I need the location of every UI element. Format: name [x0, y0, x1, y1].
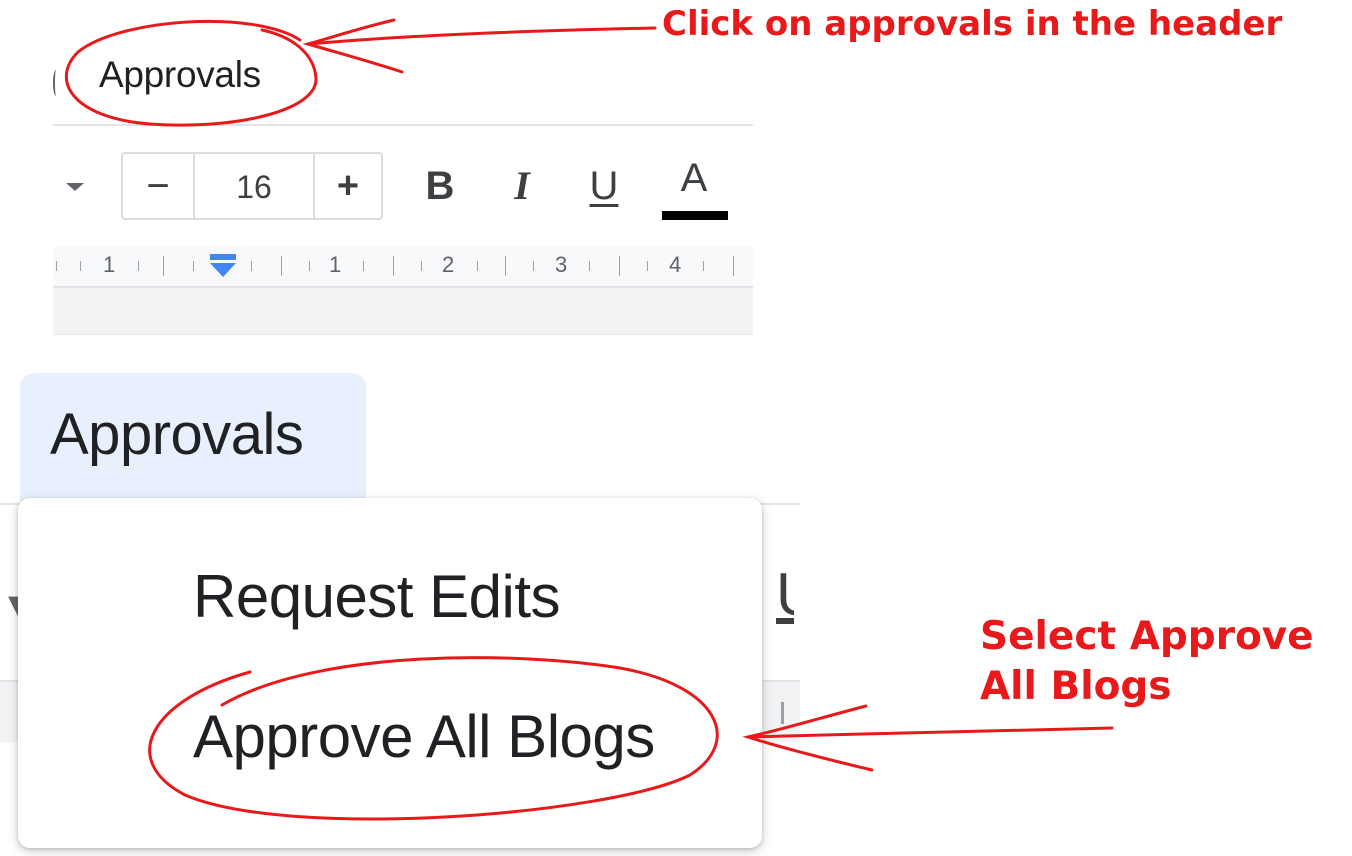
docs-header-crop: Approvals − 16 + B I U A 1 1 2 3 4: [53, 0, 753, 335]
approvals-tab-label: Approvals: [50, 402, 304, 467]
font-size-increase-button[interactable]: +: [313, 154, 381, 218]
background-underline-fragment: U: [776, 560, 794, 624]
background-tick-fragment: [781, 702, 784, 724]
cropped-edge: [53, 70, 59, 96]
menu-item-request-edits[interactable]: Request Edits: [18, 538, 762, 658]
arrow-shaft: [746, 726, 1114, 739]
ruler-label: 4: [669, 252, 682, 277]
indent-marker-icon[interactable]: [208, 249, 238, 279]
menu-item-label: Request Edits: [193, 563, 561, 630]
ruler-label: 2: [442, 252, 455, 277]
text-color-swatch: [662, 211, 728, 220]
font-size-control: − 16 +: [121, 152, 383, 220]
approvals-dropdown-menu: Request Edits Approve All Blogs: [18, 498, 762, 848]
header-menu-approvals[interactable]: Approvals: [99, 54, 261, 96]
annotation-step-2-line-1: Select Approve: [980, 614, 1314, 659]
ruler-label: 1: [329, 252, 342, 277]
menu-item-label: Approve All Blogs: [193, 703, 655, 770]
font-size-decrease-button[interactable]: −: [123, 154, 195, 218]
underline-button[interactable]: U: [577, 158, 631, 214]
approvals-menu-tab[interactable]: Approvals: [20, 373, 366, 503]
font-size-input[interactable]: 16: [195, 154, 313, 218]
ruler-label: 3: [555, 252, 568, 277]
menu-divider: [53, 124, 753, 126]
document-canvas-strip: [53, 288, 753, 335]
style-dropdown-caret-icon[interactable]: [66, 183, 84, 191]
menu-item-approve-all-blogs[interactable]: Approve All Blogs: [18, 678, 762, 798]
annotation-step-1: Click on approvals in the header: [662, 4, 1283, 44]
text-color-button[interactable]: A: [667, 150, 721, 206]
ruler-label: 1: [103, 252, 116, 277]
annotation-step-2: Select Approve All Blogs: [980, 612, 1340, 712]
italic-button[interactable]: I: [495, 158, 549, 214]
annotation-step-2-line-2: All Blogs: [980, 664, 1172, 709]
bold-button[interactable]: B: [413, 158, 467, 214]
ruler: 1 1 2 3 4: [53, 246, 753, 288]
